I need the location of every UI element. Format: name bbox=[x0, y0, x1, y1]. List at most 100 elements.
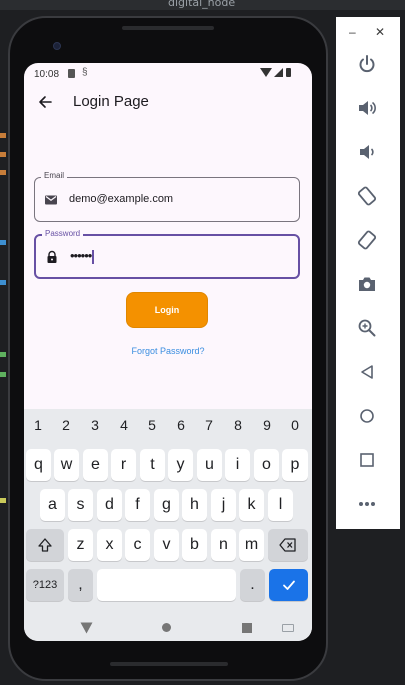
key-6[interactable]: 6 bbox=[171, 417, 191, 433]
front-camera bbox=[53, 42, 61, 50]
key-d[interactable]: d bbox=[97, 489, 122, 521]
power-button[interactable] bbox=[355, 52, 379, 76]
shift-icon bbox=[38, 538, 52, 552]
key-c[interactable]: c bbox=[125, 529, 150, 561]
app-bar: Login Page bbox=[24, 85, 312, 121]
key-q[interactable]: q bbox=[26, 449, 51, 481]
home-icon bbox=[360, 409, 374, 423]
login-button[interactable]: Login bbox=[126, 292, 208, 328]
key-f[interactable]: f bbox=[125, 489, 150, 521]
space-key[interactable] bbox=[97, 569, 236, 601]
minimize-button[interactable]: – bbox=[349, 25, 356, 39]
key-0[interactable]: 0 bbox=[285, 417, 305, 433]
close-button[interactable]: ✕ bbox=[375, 25, 385, 39]
forgot-password-link[interactable]: Forgot Password? bbox=[24, 346, 312, 356]
emulator-toolbar: – ✕ bbox=[336, 17, 400, 529]
key-y[interactable]: y bbox=[168, 449, 193, 481]
email-label: Email bbox=[41, 171, 68, 180]
key-4[interactable]: 4 bbox=[114, 417, 134, 433]
key-2[interactable]: 2 bbox=[56, 417, 76, 433]
key-u[interactable]: u bbox=[197, 449, 222, 481]
password-value: •••••• bbox=[70, 248, 94, 264]
volume-up-icon bbox=[359, 101, 376, 115]
ide-code-mark bbox=[0, 498, 6, 503]
home-button-emulator[interactable] bbox=[355, 404, 379, 428]
key-v[interactable]: v bbox=[154, 529, 179, 561]
key-a[interactable]: a bbox=[40, 489, 65, 521]
key-e[interactable]: e bbox=[83, 449, 108, 481]
rotate-right-icon bbox=[357, 230, 377, 250]
email-field[interactable]: Email demo@example.com bbox=[34, 171, 300, 222]
enter-key[interactable] bbox=[269, 569, 308, 601]
ide-code-mark bbox=[0, 352, 6, 357]
key-z[interactable]: z bbox=[68, 529, 93, 561]
volume-down-icon bbox=[360, 145, 374, 159]
key-8[interactable]: 8 bbox=[228, 417, 248, 433]
key-j[interactable]: j bbox=[211, 489, 236, 521]
symbols-key[interactable]: ?123 bbox=[26, 569, 64, 601]
power-icon bbox=[359, 55, 375, 73]
key-m[interactable]: m bbox=[239, 529, 264, 561]
back-button-emulator[interactable] bbox=[355, 360, 379, 384]
key-g[interactable]: g bbox=[154, 489, 179, 521]
key-o[interactable]: o bbox=[254, 449, 279, 481]
comma-key[interactable]: , bbox=[68, 569, 93, 601]
password-field[interactable]: Password •••••• bbox=[34, 229, 300, 279]
key-b[interactable]: b bbox=[182, 529, 207, 561]
ide-project-name: digital_node bbox=[168, 0, 236, 9]
key-h[interactable]: h bbox=[182, 489, 207, 521]
status-time: 10:08 bbox=[34, 69, 60, 80]
back-button[interactable] bbox=[34, 91, 56, 113]
phone-screen: 10:08 § Login Page Email demo@example.co… bbox=[24, 63, 312, 641]
key-k[interactable]: k bbox=[239, 489, 264, 521]
ide-code-mark bbox=[0, 152, 6, 157]
key-w[interactable]: w bbox=[54, 449, 79, 481]
ide-title-bar: digital_node bbox=[0, 0, 405, 10]
backspace-key[interactable] bbox=[268, 529, 308, 561]
signal-icon bbox=[274, 68, 283, 77]
rotate-right-button[interactable] bbox=[355, 228, 379, 252]
arrow-back-icon bbox=[39, 96, 52, 108]
volume-down-button[interactable] bbox=[355, 140, 379, 164]
nav-home-icon[interactable] bbox=[162, 623, 171, 632]
key-p[interactable]: p bbox=[282, 449, 308, 481]
nav-back-icon[interactable] bbox=[80, 622, 93, 634]
key-7[interactable]: 7 bbox=[199, 417, 219, 433]
key-s[interactable]: s bbox=[68, 489, 93, 521]
text-cursor bbox=[92, 249, 94, 264]
key-t[interactable]: t bbox=[140, 449, 165, 481]
ide-code-mark bbox=[0, 372, 6, 377]
key-9[interactable]: 9 bbox=[257, 417, 277, 433]
soft-keyboard: 1 2 3 4 5 6 7 8 9 0 q w e r t y u i o p … bbox=[24, 409, 312, 641]
number-row: 1 2 3 4 5 6 7 8 9 0 bbox=[24, 417, 312, 433]
key-1[interactable]: 1 bbox=[28, 417, 48, 433]
lock-icon bbox=[47, 250, 57, 263]
backspace-icon bbox=[279, 538, 296, 552]
shift-key[interactable] bbox=[26, 529, 64, 561]
ide-code-mark bbox=[0, 280, 6, 285]
notification-icon bbox=[68, 69, 75, 78]
overview-button[interactable] bbox=[355, 448, 379, 472]
back-icon bbox=[361, 365, 373, 379]
nav-recents-icon[interactable] bbox=[242, 623, 252, 633]
zoom-button[interactable] bbox=[355, 316, 379, 340]
check-icon bbox=[282, 580, 295, 590]
ide-code-mark bbox=[0, 240, 6, 245]
key-l[interactable]: l bbox=[268, 489, 293, 521]
phone-speaker bbox=[122, 26, 214, 30]
key-n[interactable]: n bbox=[211, 529, 236, 561]
key-3[interactable]: 3 bbox=[85, 417, 105, 433]
screenshot-button[interactable] bbox=[355, 272, 379, 296]
key-i[interactable]: i bbox=[225, 449, 250, 481]
period-key[interactable]: . bbox=[240, 569, 265, 601]
ide-editor-gutter bbox=[0, 10, 8, 685]
key-r[interactable]: r bbox=[111, 449, 136, 481]
volume-up-button[interactable] bbox=[355, 96, 379, 120]
email-value: demo@example.com bbox=[69, 193, 174, 205]
key-x[interactable]: x bbox=[97, 529, 122, 561]
more-button[interactable] bbox=[355, 492, 379, 516]
battery-icon bbox=[286, 68, 291, 77]
rotate-left-button[interactable] bbox=[355, 184, 379, 208]
keyboard-switch-icon[interactable] bbox=[282, 624, 294, 632]
key-5[interactable]: 5 bbox=[142, 417, 162, 433]
